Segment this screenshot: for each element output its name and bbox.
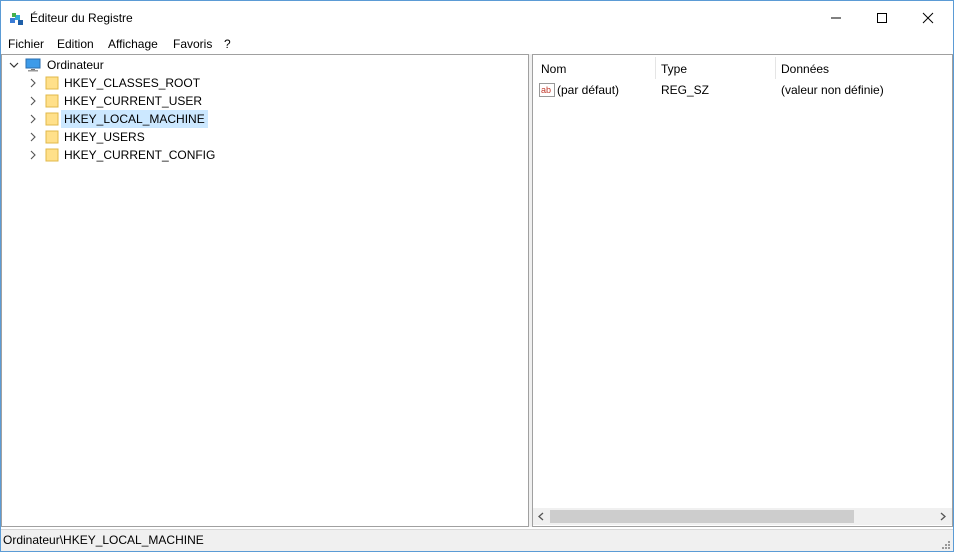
tree-item-label: HKEY_USERS <box>64 130 145 144</box>
value-name: (par défaut) <box>557 83 620 97</box>
tree-item-label: HKEY_CLASSES_ROOT <box>64 76 201 90</box>
string-value-icon: ab <box>539 83 555 97</box>
tree-item-label-selected: HKEY_LOCAL_MACHINE <box>61 110 208 128</box>
minimize-button[interactable] <box>813 1 859 35</box>
status-bar: Ordinateur\HKEY_LOCAL_MACHINE <box>1 529 953 551</box>
horizontal-scrollbar[interactable] <box>533 508 952 525</box>
status-path: Ordinateur\HKEY_LOCAL_MACHINE <box>3 533 204 547</box>
folder-icon <box>45 76 59 90</box>
list-row[interactable]: ab (par défaut) REG_SZ (valeur non défin… <box>539 81 949 99</box>
tree-item-hkey-local-machine[interactable]: HKEY_LOCAL_MACHINE <box>28 110 228 128</box>
column-header-donnees[interactable]: Données <box>775 57 950 81</box>
chevron-right-icon[interactable] <box>28 96 38 106</box>
value-type: REG_SZ <box>661 83 710 97</box>
chevron-right-icon[interactable] <box>28 132 38 142</box>
scroll-right-icon[interactable] <box>938 512 947 521</box>
folder-icon <box>45 148 59 162</box>
menu-bar: Fichier Edition Affichage Favoris ? <box>1 35 953 53</box>
menu-fichier[interactable]: Fichier <box>6 36 46 52</box>
menu-affichage[interactable]: Affichage <box>106 36 160 52</box>
tree-item-hkey-current-config[interactable]: HKEY_CURRENT_CONFIG <box>28 146 228 164</box>
chevron-right-icon[interactable] <box>28 150 38 160</box>
folder-icon <box>45 112 59 126</box>
tree-root-row[interactable]: Ordinateur <box>8 56 128 74</box>
chevron-down-icon[interactable] <box>9 60 19 70</box>
close-button[interactable] <box>905 1 951 35</box>
registry-editor-icon <box>10 13 23 25</box>
tree-item-hkey-current-user[interactable]: HKEY_CURRENT_USER <box>28 92 228 110</box>
minimize-icon <box>831 17 841 19</box>
maximize-button[interactable] <box>859 1 905 35</box>
folder-icon <box>45 94 59 108</box>
values-list-pane[interactable]: Nom Type Données ab (par défaut) REG_SZ … <box>532 54 953 527</box>
registry-editor-window: Éditeur du Registre Fichier Edition Affi… <box>0 0 954 552</box>
close-icon <box>922 12 934 24</box>
tree-item-label: HKEY_CURRENT_CONFIG <box>64 148 216 162</box>
menu-favoris[interactable]: Favoris <box>171 36 214 52</box>
scroll-left-icon[interactable] <box>537 512 546 521</box>
chevron-right-icon[interactable] <box>28 114 38 124</box>
svg-text:ab: ab <box>541 85 551 95</box>
folder-icon <box>45 130 59 144</box>
window-title: Éditeur du Registre <box>30 11 133 25</box>
chevron-right-icon[interactable] <box>28 78 38 88</box>
resize-grip-icon[interactable] <box>941 540 951 550</box>
column-header-nom[interactable]: Nom <box>535 57 655 81</box>
value-data: (valeur non définie) <box>781 83 884 97</box>
title-bar: Éditeur du Registre <box>1 1 953 35</box>
menu-edition[interactable]: Edition <box>55 36 96 52</box>
key-tree-pane[interactable]: Ordinateur HKEY_CLASSES_ROOT HKEY_CURREN… <box>1 54 529 527</box>
column-header-type[interactable]: Type <box>655 57 775 81</box>
tree-item-label: HKEY_CURRENT_USER <box>64 94 203 108</box>
scroll-thumb[interactable] <box>550 510 854 523</box>
tree-item-hkey-classes-root[interactable]: HKEY_CLASSES_ROOT <box>28 74 228 92</box>
tree-root-label: Ordinateur <box>47 58 104 72</box>
menu-help[interactable]: ? <box>222 36 233 52</box>
computer-icon <box>25 58 41 72</box>
maximize-icon <box>877 13 887 23</box>
tree-item-hkey-users[interactable]: HKEY_USERS <box>28 128 228 146</box>
